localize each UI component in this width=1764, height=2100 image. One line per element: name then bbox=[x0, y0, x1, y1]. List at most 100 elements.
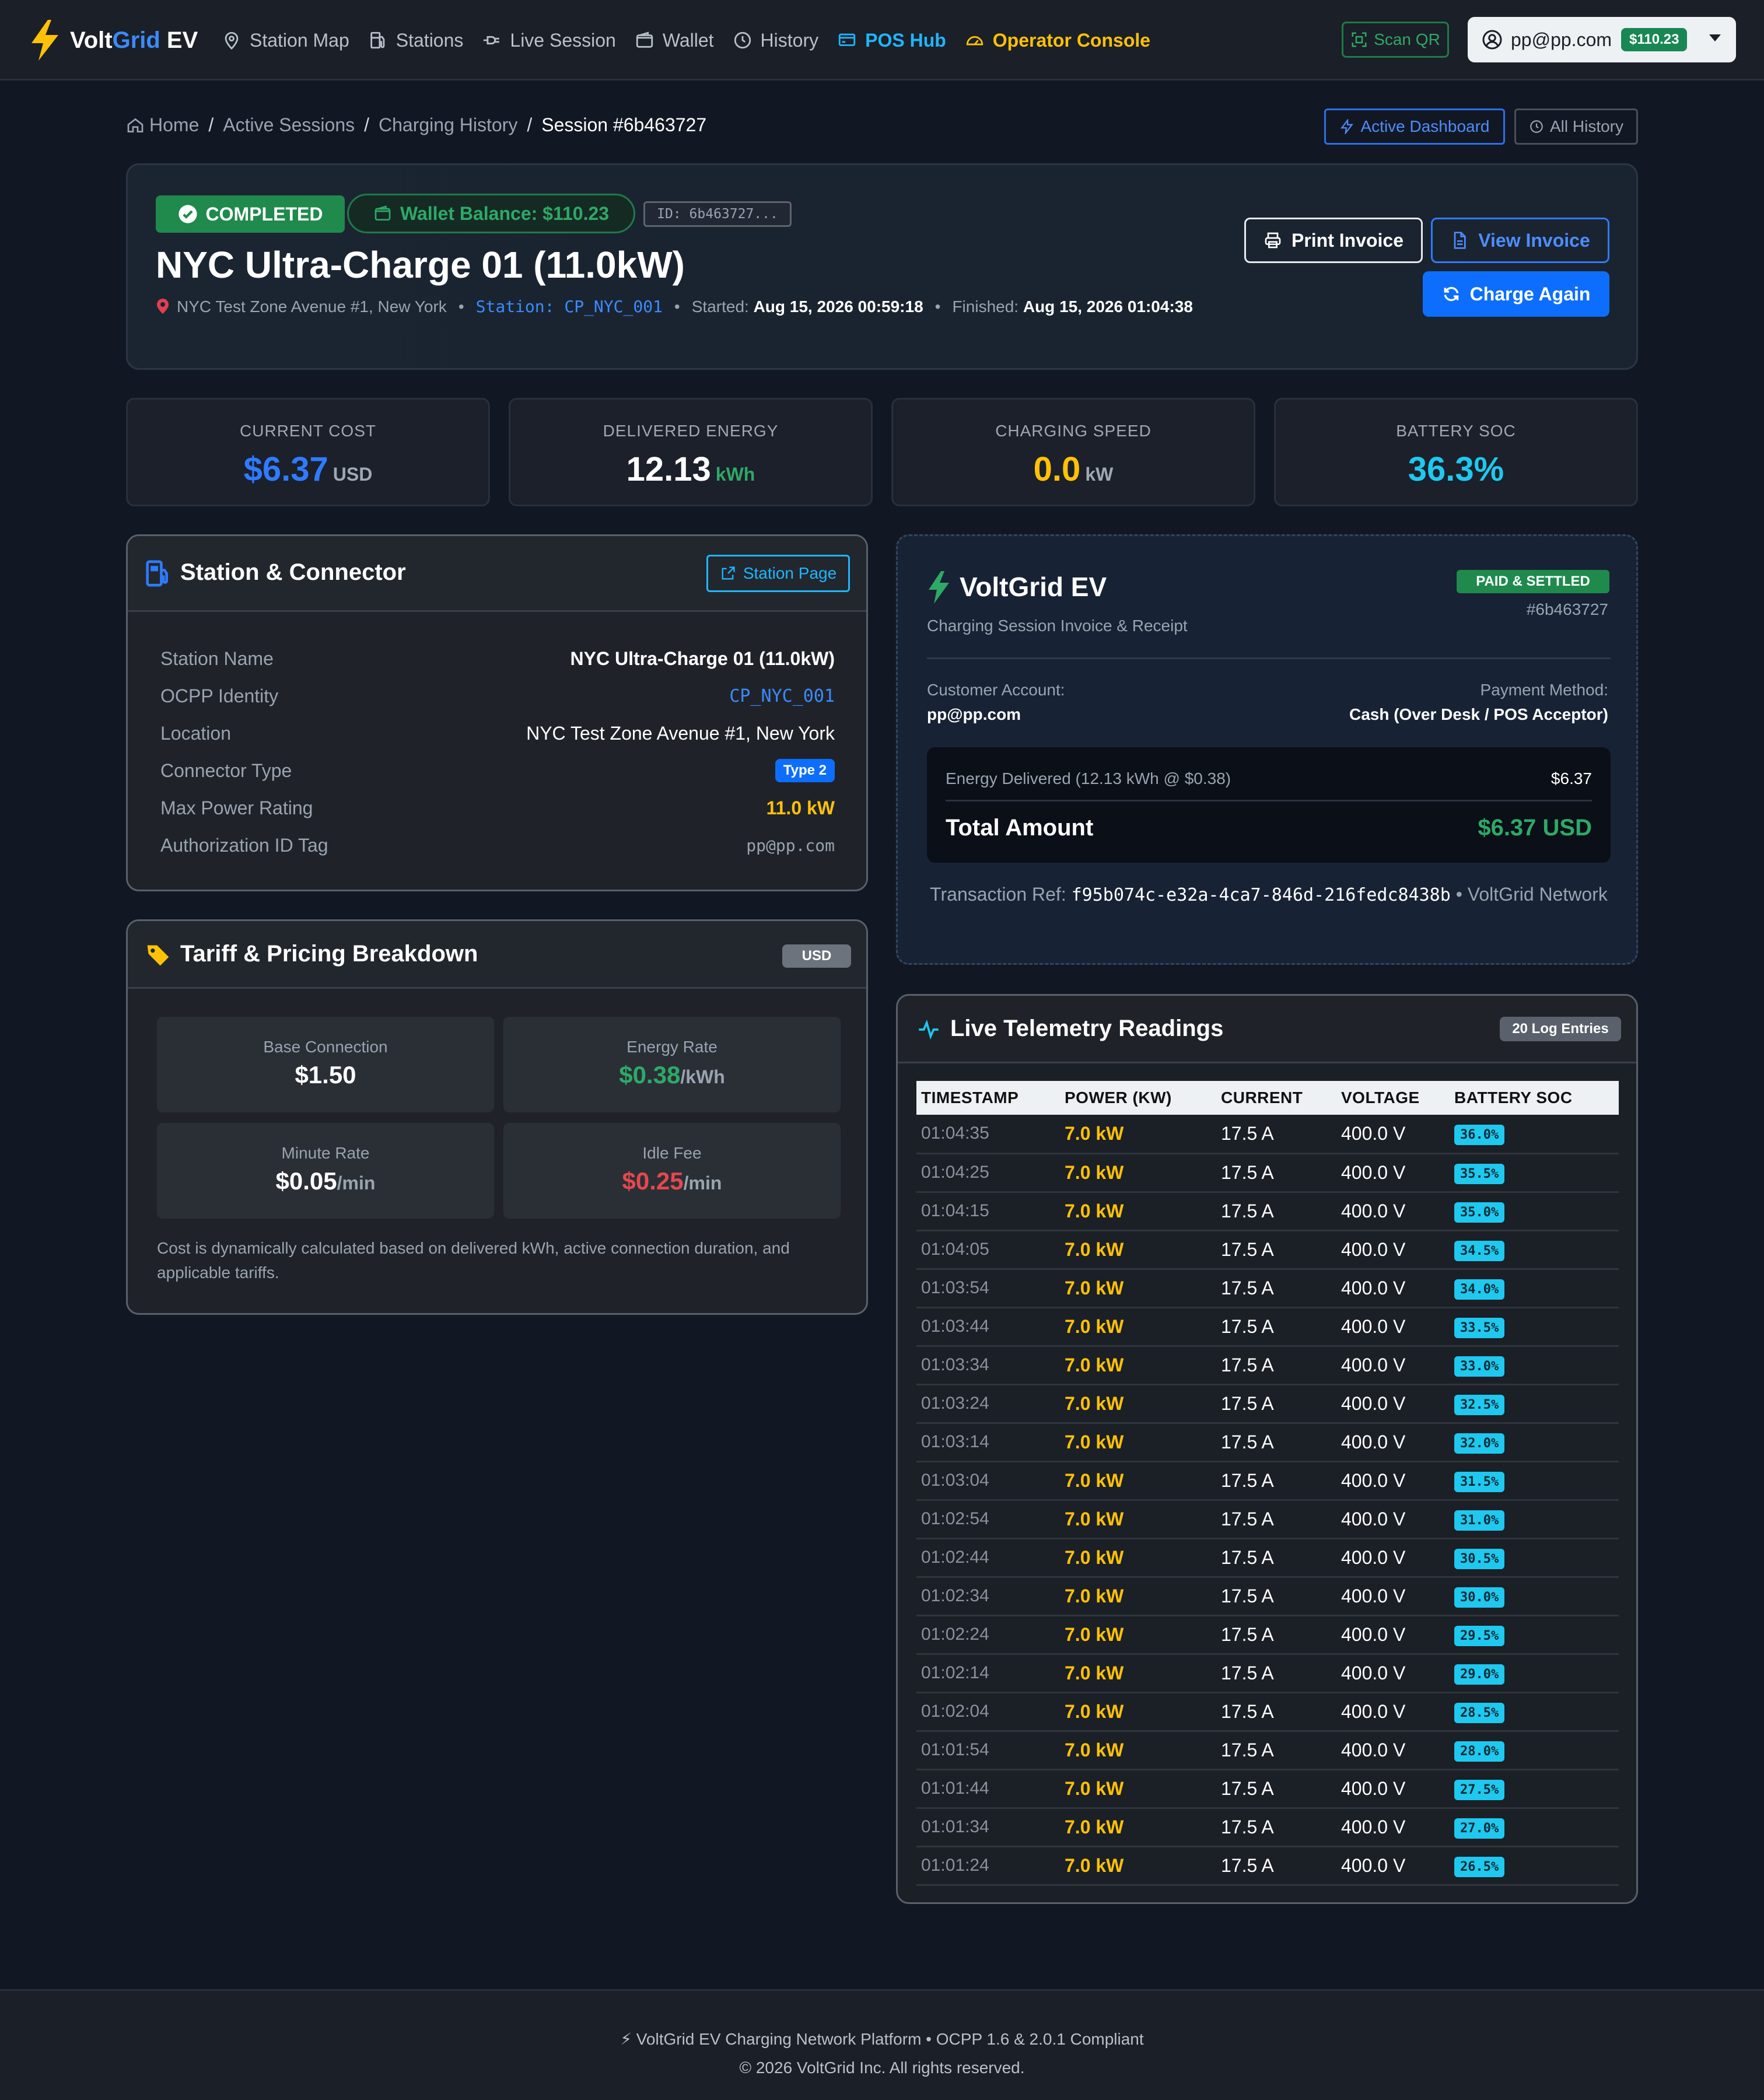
table-row: 01:01:44 7.0 kW 17.5 A 400.0 V 27.5% bbox=[916, 1769, 1619, 1809]
timestamp-cell: 01:02:24 bbox=[916, 1615, 1060, 1655]
table-row: 01:03:54 7.0 kW 17.5 A 400.0 V 34.0% bbox=[916, 1269, 1619, 1308]
kv-connector-type: Connector Type Type 2 bbox=[160, 752, 835, 789]
power-cell: 7.0 kW bbox=[1060, 1346, 1216, 1385]
soc-cell: 31.0% bbox=[1450, 1500, 1619, 1539]
column-header: POWER (KW) bbox=[1060, 1081, 1216, 1115]
invoice-customer: pp@pp.com bbox=[927, 705, 1021, 723]
soc-badge: 28.5% bbox=[1454, 1703, 1505, 1723]
view-invoice-button[interactable]: View Invoice bbox=[1431, 218, 1609, 263]
tile-base-connection: Base Connection $1.50 bbox=[157, 1017, 494, 1112]
brand-logo[interactable]: VoltGrid EV bbox=[29, 20, 198, 61]
station-connector-panel: Station & Connector Station Page Station… bbox=[126, 534, 868, 891]
invoice-total-amount: $6.37 USD bbox=[1478, 815, 1592, 841]
soc-cell: 31.5% bbox=[1450, 1461, 1619, 1501]
power-cell: 7.0 kW bbox=[1060, 1500, 1216, 1539]
tile-idle-fee: Idle Fee $0.25/min bbox=[503, 1123, 841, 1219]
user-email: pp@pp.com bbox=[1511, 29, 1612, 50]
soc-cell: 28.5% bbox=[1450, 1692, 1619, 1732]
table-row: 01:04:15 7.0 kW 17.5 A 400.0 V 35.0% bbox=[916, 1192, 1619, 1231]
session-station-link[interactable]: Station: CP_NYC_001 bbox=[476, 297, 663, 316]
top-navbar: VoltGrid EV Station Map Stations Live Se… bbox=[0, 0, 1764, 80]
column-header: VOLTAGE bbox=[1336, 1081, 1450, 1115]
voltage-cell: 400.0 V bbox=[1336, 1461, 1450, 1501]
stat-battery-soc: BATTERY SOC 36.3% bbox=[1274, 398, 1638, 506]
nav-history[interactable]: History bbox=[733, 30, 818, 51]
station-page-button[interactable]: Station Page bbox=[706, 555, 850, 592]
column-header: TIMESTAMP bbox=[916, 1081, 1060, 1115]
soc-badge: 31.0% bbox=[1454, 1510, 1505, 1531]
user-avatar-icon bbox=[1482, 30, 1502, 50]
session-finished: Aug 15, 2026 01:04:38 bbox=[1023, 298, 1193, 316]
power-cell: 7.0 kW bbox=[1060, 1153, 1216, 1193]
connector-type-badge: Type 2 bbox=[775, 759, 835, 782]
voltage-cell: 400.0 V bbox=[1336, 1153, 1450, 1193]
power-cell: 7.0 kW bbox=[1060, 1461, 1216, 1501]
telemetry-panel-title: Live Telemetry Readings bbox=[950, 1016, 1224, 1041]
delivered-energy-value: 12.13 bbox=[626, 450, 711, 488]
current-cell: 17.5 A bbox=[1216, 1346, 1336, 1385]
clock-icon bbox=[734, 32, 751, 49]
power-cell: 7.0 kW bbox=[1060, 1230, 1216, 1270]
current-cell: 17.5 A bbox=[1216, 1423, 1336, 1462]
soc-badge: 35.0% bbox=[1454, 1202, 1505, 1223]
user-menu-button[interactable]: pp@pp.com $110.23 bbox=[1468, 17, 1736, 62]
active-dashboard-button[interactable]: Active Dashboard bbox=[1324, 108, 1505, 145]
stat-charging-speed: CHARGING SPEED 0.0 kW bbox=[891, 398, 1255, 506]
timestamp-cell: 01:02:34 bbox=[916, 1577, 1060, 1616]
soc-badge: 28.0% bbox=[1454, 1741, 1505, 1762]
soc-badge: 33.0% bbox=[1454, 1356, 1505, 1377]
timestamp-cell: 01:02:44 bbox=[916, 1538, 1060, 1578]
table-row: 01:03:44 7.0 kW 17.5 A 400.0 V 33.5% bbox=[916, 1307, 1619, 1347]
breadcrumb-charging-history[interactable]: Charging History bbox=[379, 114, 517, 136]
kv-station-name: Station Name NYC Ultra-Charge 01 (11.0kW… bbox=[160, 648, 835, 669]
timestamp-cell: 01:03:14 bbox=[916, 1423, 1060, 1462]
map-pin-icon bbox=[225, 32, 239, 50]
power-cell: 7.0 kW bbox=[1060, 1192, 1216, 1231]
nav-operator-console[interactable]: Operator Console bbox=[965, 30, 1150, 51]
table-row: 01:02:04 7.0 kW 17.5 A 400.0 V 28.5% bbox=[916, 1692, 1619, 1732]
nav-wallet[interactable]: Wallet bbox=[635, 30, 714, 51]
current-cost-value: $6.37 bbox=[243, 450, 328, 488]
soc-cell: 28.0% bbox=[1450, 1731, 1619, 1770]
breadcrumb-active-sessions[interactable]: Active Sessions bbox=[223, 114, 355, 136]
power-cell: 7.0 kW bbox=[1060, 1769, 1216, 1809]
printer-icon bbox=[1265, 232, 1281, 249]
table-row: 01:04:05 7.0 kW 17.5 A 400.0 V 34.5% bbox=[916, 1230, 1619, 1270]
table-header-row: TIMESTAMP POWER (KW) CURRENT VOLTAGE BAT… bbox=[916, 1081, 1619, 1115]
pulse-icon bbox=[919, 1019, 939, 1040]
invoice-divider bbox=[927, 657, 1611, 659]
current-cell: 17.5 A bbox=[1216, 1269, 1336, 1308]
session-meta: NYC Test Zone Avenue #1, New York • Statio… bbox=[156, 295, 1241, 319]
timestamp-cell: 01:03:44 bbox=[916, 1307, 1060, 1347]
soc-cell: 32.5% bbox=[1450, 1384, 1619, 1424]
tile-energy-rate: Energy Rate $0.38/kWh bbox=[503, 1017, 841, 1112]
table-row: 01:02:24 7.0 kW 17.5 A 400.0 V 29.5% bbox=[916, 1615, 1619, 1655]
nav-stations[interactable]: Stations bbox=[368, 30, 463, 51]
power-cell: 7.0 kW bbox=[1060, 1384, 1216, 1424]
nav-pos-hub[interactable]: POS Hub bbox=[837, 30, 946, 51]
footer: ⚡ VoltGrid EV Charging Network Platform … bbox=[0, 1989, 1764, 2100]
power-cell: 7.0 kW bbox=[1060, 1269, 1216, 1308]
check-circle-icon bbox=[178, 205, 197, 223]
current-cell: 17.5 A bbox=[1216, 1692, 1336, 1732]
nav-station-map[interactable]: Station Map bbox=[222, 30, 349, 51]
all-history-button[interactable]: All History bbox=[1514, 108, 1638, 145]
voltage-cell: 400.0 V bbox=[1336, 1500, 1450, 1539]
clock-icon bbox=[1530, 120, 1543, 133]
transaction-ref: Transaction Ref: f95b074c-e32a-4ca7-846d… bbox=[930, 884, 1608, 905]
print-invoice-button[interactable]: Print Invoice bbox=[1244, 218, 1423, 263]
table-row: 01:04:35 7.0 kW 17.5 A 400.0 V 36.0% bbox=[916, 1115, 1619, 1154]
transaction-hash: f95b074c-e32a-4ca7-846d-216fedc8438b bbox=[1071, 885, 1451, 905]
current-cell: 17.5 A bbox=[1216, 1461, 1336, 1501]
charge-again-button[interactable]: Charge Again bbox=[1423, 271, 1609, 317]
scan-qr-button[interactable]: Scan QR bbox=[1342, 22, 1449, 58]
voltage-cell: 400.0 V bbox=[1336, 1615, 1450, 1655]
breadcrumb-home[interactable]: Home bbox=[149, 114, 199, 136]
nav-live-session[interactable]: Live Session bbox=[482, 30, 616, 51]
station-panel-title: Station & Connector bbox=[180, 559, 406, 585]
lightning-bolt-icon bbox=[929, 571, 949, 604]
home-icon bbox=[127, 118, 144, 132]
battery-soc-value: 36.3% bbox=[1408, 450, 1504, 488]
breadcrumb-current: Session #6b463727 bbox=[541, 114, 707, 135]
power-cell: 7.0 kW bbox=[1060, 1307, 1216, 1347]
